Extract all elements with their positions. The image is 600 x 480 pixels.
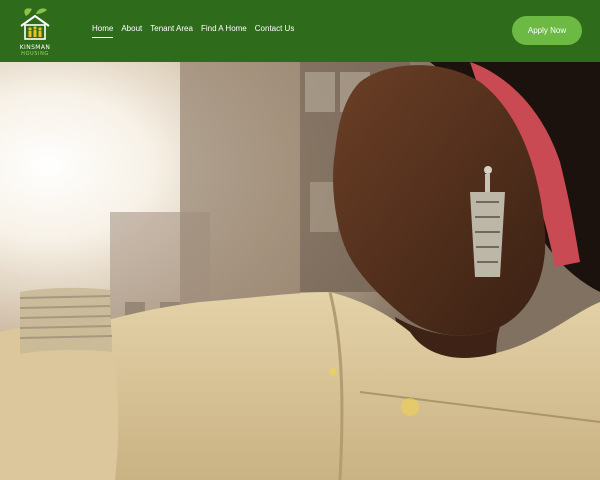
hero-image — [0, 62, 600, 480]
logo-name: KINSMAN — [19, 44, 51, 51]
logo-subtitle: HOUSING — [21, 51, 49, 57]
nav-contact-us[interactable]: Contact Us — [255, 24, 295, 33]
nav-about[interactable]: About — [121, 24, 142, 33]
site-header: KINSMAN HOUSING Home About Tenant Area F… — [0, 0, 600, 62]
nav-find-a-home[interactable]: Find A Home — [201, 24, 247, 33]
hero-photo-woman — [0, 62, 600, 480]
house-with-leaves-icon — [20, 8, 50, 40]
nav-tenant-area[interactable]: Tenant Area — [150, 24, 193, 33]
apply-now-button[interactable]: Apply Now — [512, 16, 582, 45]
nav-home[interactable]: Home — [92, 24, 114, 38]
site-logo[interactable]: KINSMAN HOUSING — [14, 6, 56, 57]
main-nav: Home About Tenant Area Find A Home Conta… — [92, 24, 295, 38]
